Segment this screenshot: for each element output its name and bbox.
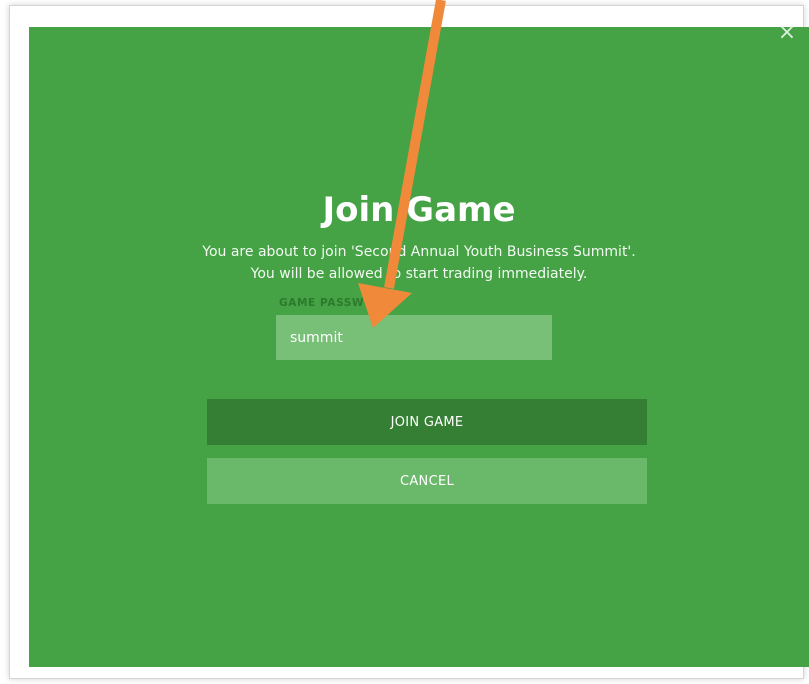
join-game-button[interactable]: JOIN GAME (207, 399, 647, 445)
dialog-description: You are about to join 'Second Annual You… (29, 241, 809, 285)
description-line-2: You will be allowed to start trading imm… (250, 266, 588, 282)
dialog-title: Join Game (322, 190, 516, 230)
screenshot-frame: × Join Game You are about to join 'Secon… (0, 0, 809, 684)
password-label: GAME PASSWORD (279, 297, 392, 309)
description-line-1: You are about to join 'Second Annual You… (202, 244, 636, 260)
cancel-button[interactable]: CANCEL (207, 458, 647, 504)
close-icon[interactable]: × (774, 20, 800, 46)
password-input[interactable] (276, 315, 552, 360)
